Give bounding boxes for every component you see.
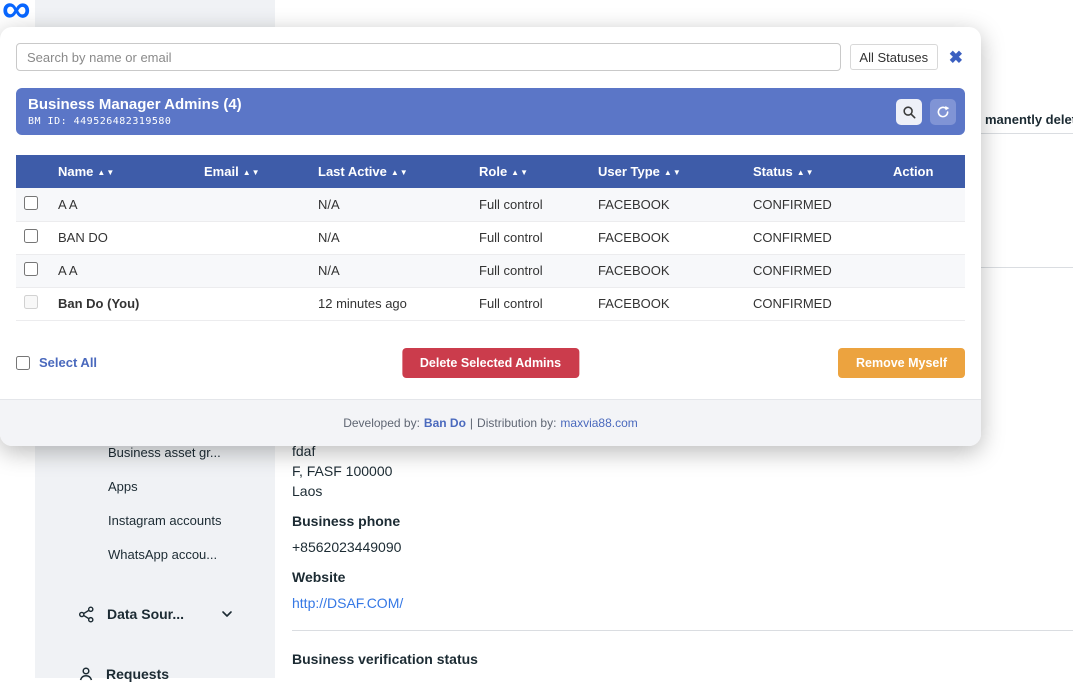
status-badge: CONFIRMED (745, 188, 885, 221)
sidebar-item-apps[interactable]: Apps (35, 470, 275, 504)
cell-role: Full control (471, 221, 590, 254)
bm-header-actions (896, 99, 956, 125)
search-icon (902, 105, 916, 119)
cell-email (196, 254, 310, 287)
sidebar-item-instagram-accounts[interactable]: Instagram accounts (35, 504, 275, 538)
sort-icon[interactable]: ▲▼ (391, 168, 409, 177)
column-header-user-type[interactable]: User Type▲▼ (590, 155, 745, 188)
cell-action (885, 254, 965, 287)
row-checkbox-disabled (24, 295, 38, 309)
cell-action (885, 287, 965, 320)
cell-email (196, 287, 310, 320)
cell-last-active: N/A (310, 221, 471, 254)
search-input[interactable] (16, 43, 841, 71)
bm-id-text: BM ID: 449526482319580 (28, 116, 242, 127)
column-header-status[interactable]: Status▲▼ (745, 155, 885, 188)
popup-footer: Developed by: Ban Do | Distribution by: … (0, 399, 981, 446)
website-link[interactable]: http://DSAF.COM/ (292, 595, 403, 611)
column-header-email[interactable]: Email▲▼ (196, 155, 310, 188)
cell-user-type: FACEBOOK (590, 254, 745, 287)
row-checkbox[interactable] (24, 196, 38, 210)
sort-icon[interactable]: ▲▼ (97, 168, 115, 177)
status-badge: CONFIRMED (745, 221, 885, 254)
footer-separator: | (470, 416, 473, 430)
sidebar-item-whatsapp-accounts[interactable]: WhatsApp accou... (35, 538, 275, 572)
sidebar-section-label: Requests (106, 666, 169, 682)
table-row: A A N/A Full control FACEBOOK CONFIRMED (16, 188, 965, 221)
cell-user-type: FACEBOOK (590, 221, 745, 254)
column-header-role[interactable]: Role▲▼ (471, 155, 590, 188)
requests-icon (78, 666, 94, 682)
table-row: BAN DO N/A Full control FACEBOOK CONFIRM… (16, 221, 965, 254)
table-row: A A N/A Full control FACEBOOK CONFIRMED (16, 254, 965, 287)
website-label: Website (292, 569, 345, 585)
row-checkbox[interactable] (24, 229, 38, 243)
column-header-name[interactable]: Name▲▼ (50, 155, 196, 188)
search-row: All Statuses ✖ (16, 43, 965, 71)
cell-last-active: N/A (310, 254, 471, 287)
refresh-button[interactable] (930, 99, 956, 125)
address-line: Laos (292, 483, 322, 499)
content-divider (292, 630, 1073, 631)
popup-title: Business Manager Admins (4) (28, 96, 242, 113)
cell-role: Full control (471, 254, 590, 287)
sort-icon[interactable]: ▲▼ (511, 168, 529, 177)
sidebar-section-requests[interactable]: Requests (35, 660, 275, 688)
row-checkbox[interactable] (24, 262, 38, 276)
sidebar-section-label: Data Sour... (107, 606, 184, 622)
chevron-down-icon (221, 608, 233, 620)
select-all-wrap: Select All (16, 355, 97, 370)
bm-header-bar: Business Manager Admins (4) BM ID: 44952… (16, 88, 965, 135)
cell-last-active: N/A (310, 188, 471, 221)
sort-icon[interactable]: ▲▼ (797, 168, 815, 177)
cell-last-active: 12 minutes ago (310, 287, 471, 320)
select-all-checkbox[interactable] (16, 356, 30, 370)
cell-name-you: Ban Do (You) (50, 287, 196, 320)
remove-myself-button[interactable]: Remove Myself (838, 348, 965, 378)
verification-status-heading: Business verification status (292, 651, 478, 667)
cell-name: BAN DO (50, 221, 196, 254)
developer-link[interactable]: Ban Do (424, 416, 466, 430)
data-sources-icon (78, 606, 95, 623)
sidebar-items: Business asset gr... Apps Instagram acco… (35, 436, 275, 572)
distributor-link[interactable]: maxvia88.com (560, 416, 637, 430)
cell-name: A A (50, 188, 196, 221)
cell-action (885, 221, 965, 254)
distribution-by-label: Distribution by: (477, 416, 556, 430)
status-badge: CONFIRMED (745, 287, 885, 320)
delete-selected-admins-button[interactable]: Delete Selected Admins (402, 348, 579, 378)
cell-action (885, 188, 965, 221)
cell-email (196, 221, 310, 254)
cell-user-type: FACEBOOK (590, 287, 745, 320)
business-phone-label: Business phone (292, 513, 400, 529)
sidebar-section-data-sources[interactable]: Data Sour... (35, 600, 275, 628)
developed-by-label: Developed by: (343, 416, 420, 430)
cell-email (196, 188, 310, 221)
search-button[interactable] (896, 99, 922, 125)
business-phone-value: +8562023449090 (292, 539, 401, 555)
bm-header-titles: Business Manager Admins (4) BM ID: 44952… (28, 96, 242, 127)
admins-table: Name▲▼ Email▲▼ Last Active▲▼ Role▲▼ User… (16, 155, 965, 321)
table-header-row: Name▲▼ Email▲▼ Last Active▲▼ Role▲▼ User… (16, 155, 965, 188)
close-icon[interactable]: ✖ (947, 49, 965, 66)
cell-name: A A (50, 254, 196, 287)
sort-icon[interactable]: ▲▼ (664, 168, 682, 177)
cell-role: Full control (471, 287, 590, 320)
sort-icon[interactable]: ▲▼ (243, 168, 261, 177)
column-header-action: Action (885, 155, 965, 188)
header-checkbox-spacer (16, 155, 50, 188)
status-badge: CONFIRMED (745, 254, 885, 287)
table-row: Ban Do (You) 12 minutes ago Full control… (16, 287, 965, 320)
refresh-icon (936, 105, 950, 119)
cell-role: Full control (471, 188, 590, 221)
address-line: F, FASF 100000 (292, 463, 392, 479)
status-filter-dropdown[interactable]: All Statuses (850, 44, 938, 70)
column-header-last-active[interactable]: Last Active▲▼ (310, 155, 471, 188)
select-all-label[interactable]: Select All (39, 355, 97, 370)
cell-user-type: FACEBOOK (590, 188, 745, 221)
controls-row: Select All Delete Selected Admins Remove… (16, 348, 965, 378)
admin-manager-popup: All Statuses ✖ Business Manager Admins (… (0, 27, 981, 446)
